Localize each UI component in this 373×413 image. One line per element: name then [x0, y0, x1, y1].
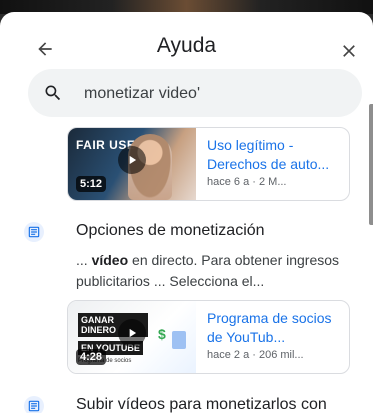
search-bar[interactable]: [28, 69, 362, 117]
video-meta: hace 6 a · 2 M...: [207, 176, 287, 188]
video-card-partner-program[interactable]: GANAR DINERO EN YOUTUBE Programa de soci…: [67, 300, 350, 374]
video-thumbnail: GANAR DINERO EN YOUTUBE Programa de soci…: [68, 301, 196, 373]
video-title[interactable]: Uso legítimo - Derechos de auto...: [207, 136, 343, 174]
phone-illustration: [172, 331, 186, 349]
play-icon: [118, 319, 146, 347]
dollar-icon: $: [158, 326, 166, 342]
document-icon: [24, 222, 44, 242]
video-title[interactable]: Programa de socios de YouTub...: [207, 309, 343, 347]
document-icon: [24, 396, 44, 413]
search-icon: [42, 82, 64, 104]
video-duration: 5:12: [76, 176, 107, 192]
result-upload-videos[interactable]: Subir vídeos para monetizarlos con: [24, 396, 364, 413]
result-monetization-options[interactable]: Opciones de monetización ... vídeo en di…: [24, 222, 364, 297]
result-snippet: ... vídeo en directo. Para obtener ingre…: [76, 250, 366, 292]
snippet-prefix: ...: [76, 252, 92, 268]
page-title: Ayuda: [156, 34, 217, 57]
close-button[interactable]: [334, 36, 364, 66]
play-icon: [118, 146, 146, 174]
scrollbar[interactable]: [369, 104, 373, 225]
video-duration: 4:28: [76, 349, 107, 365]
result-title[interactable]: Opciones de monetización: [76, 222, 265, 240]
video-meta: hace 2 a · 206 mil...: [207, 349, 304, 361]
help-header: Ayuda: [0, 12, 373, 72]
video-info: Programa de socios de YouTub... hace 2 a…: [207, 309, 343, 361]
search-input[interactable]: [82, 79, 346, 109]
close-icon: [343, 45, 355, 57]
video-thumbnail: FAIR USE 5:12: [68, 128, 196, 200]
result-title[interactable]: Subir vídeos para monetizarlos con: [76, 396, 327, 413]
video-info: Uso legítimo - Derechos de auto... hace …: [207, 136, 343, 188]
snippet-highlight: vídeo: [91, 252, 129, 268]
video-card-fair-use[interactable]: FAIR USE 5:12 Uso legítimo - Derechos de…: [67, 127, 350, 201]
help-panel: Ayuda FAIR USE 5:12 Uso legítimo - Derec…: [0, 12, 373, 413]
